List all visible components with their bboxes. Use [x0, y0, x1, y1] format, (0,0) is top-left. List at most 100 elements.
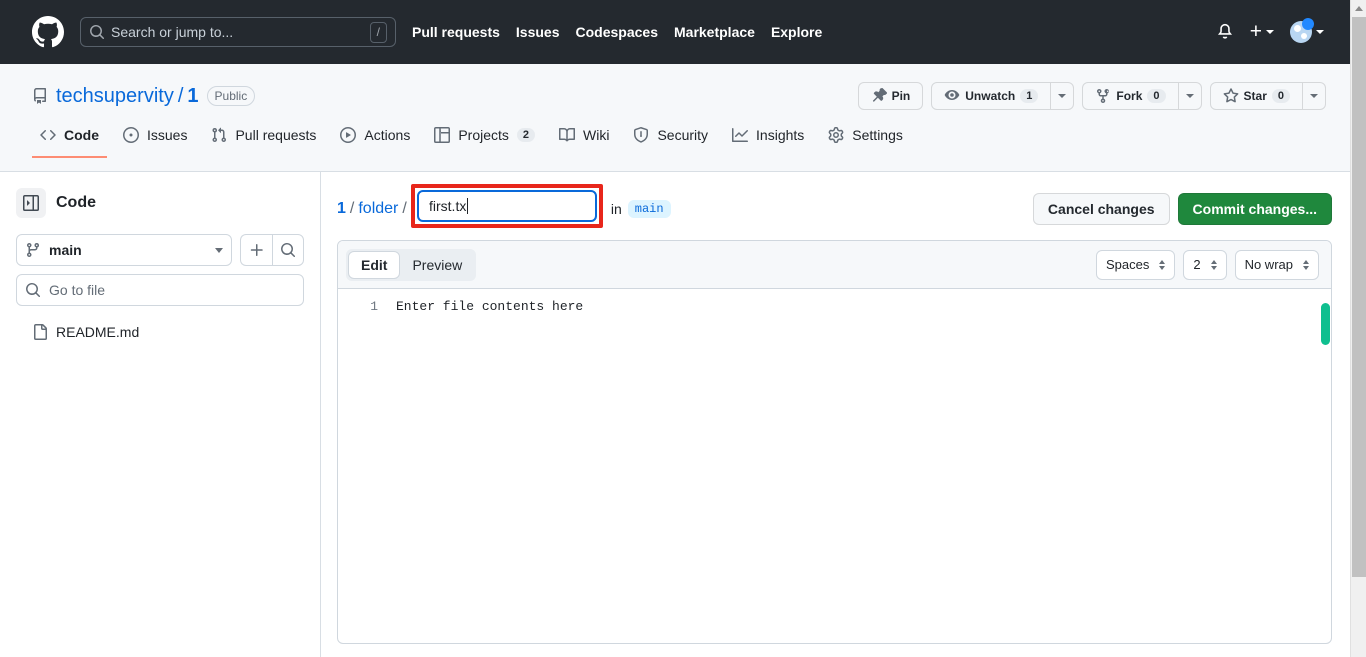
indent-size-select[interactable]: 2: [1183, 249, 1227, 280]
fork-dropdown-button[interactable]: [1177, 82, 1202, 110]
indent-mode-select[interactable]: Spaces: [1095, 249, 1176, 280]
star-button[interactable]: Star 0: [1209, 82, 1302, 110]
editor-content-placeholder: Enter file contents here: [396, 299, 584, 314]
tab-preview[interactable]: Preview: [400, 251, 474, 279]
watch-count: 1: [1020, 89, 1039, 103]
repo-owner-link[interactable]: techsupervity: [56, 85, 174, 108]
notification-dot-icon: [1302, 18, 1314, 30]
tab-projects-label: Projects: [458, 127, 509, 143]
tab-security[interactable]: Security: [625, 114, 716, 158]
repo-visibility-badge: Public: [206, 86, 256, 106]
editor-scrollbar-thumb[interactable]: [1321, 303, 1330, 345]
pin-button[interactable]: Pin: [857, 82, 924, 110]
branch-selector[interactable]: main: [16, 234, 232, 266]
github-mark-icon[interactable]: [32, 16, 64, 48]
file-icon: [32, 324, 48, 340]
editor-settings: Spaces 2 No wrap: [1095, 249, 1323, 280]
repo-icon: [32, 88, 48, 104]
star-button-group: Star 0: [1209, 82, 1326, 110]
tab-edit[interactable]: Edit: [348, 250, 401, 279]
plus-icon: +: [1249, 20, 1262, 43]
repo-separator: /: [177, 84, 184, 107]
editor-content-area[interactable]: 1 Enter file contents here: [338, 289, 1331, 643]
gear-icon: [828, 127, 844, 143]
global-header: Search or jump to... / Pull requests Iss…: [0, 0, 1350, 64]
fork-button[interactable]: Fork 0: [1082, 82, 1178, 110]
tab-settings-label: Settings: [852, 127, 903, 143]
unwatch-label: Unwatch: [965, 89, 1016, 103]
commit-changes-button[interactable]: Commit changes...: [1177, 193, 1332, 225]
breadcrumb-in-label: in: [610, 201, 622, 217]
breadcrumb-branch-chip: main: [627, 200, 671, 218]
tab-pull-requests-label: Pull requests: [235, 127, 317, 143]
indent-size-value: 2: [1193, 257, 1201, 272]
file-editor-main: 1 / folder / in main first.tx Cancel cha…: [321, 172, 1350, 657]
tab-wiki[interactable]: Wiki: [551, 114, 617, 158]
editor-header: 1 / folder / in main first.tx Cancel cha…: [337, 184, 1332, 230]
nav-explore[interactable]: Explore: [771, 24, 822, 40]
chevron-updown-icon: [1159, 259, 1166, 270]
sidebar-header: Code: [16, 188, 304, 218]
edit-preview-tabs: Edit Preview: [346, 248, 477, 281]
nav-issues[interactable]: Issues: [516, 24, 560, 40]
list-item[interactable]: README.md: [24, 318, 304, 346]
search-files-button[interactable]: [272, 234, 304, 266]
create-new-menu[interactable]: +: [1249, 20, 1274, 43]
star-count: 0: [1271, 89, 1290, 103]
tab-settings[interactable]: Settings: [820, 114, 911, 158]
sidebar-collapse-icon[interactable]: [16, 188, 46, 218]
star-dropdown-button[interactable]: [1302, 82, 1326, 110]
sidebar-action-buttons: [240, 234, 304, 266]
nav-codespaces[interactable]: Codespaces: [576, 24, 658, 40]
window-scrollbar[interactable]: [1350, 0, 1366, 657]
chevron-down-icon: [1316, 30, 1324, 34]
book-icon: [559, 127, 576, 143]
pin-icon: [871, 88, 887, 104]
plus-icon: [249, 242, 265, 258]
tab-pull-requests[interactable]: Pull requests: [203, 114, 324, 158]
unwatch-button[interactable]: Unwatch 1: [931, 82, 1051, 110]
filename-input[interactable]: first.tx: [417, 190, 597, 222]
scroll-up-arrow-icon[interactable]: [1351, 0, 1366, 17]
cancel-changes-button[interactable]: Cancel changes: [1032, 193, 1170, 225]
chevron-down-icon: [1266, 30, 1274, 34]
tab-insights[interactable]: Insights: [724, 114, 812, 158]
nav-marketplace[interactable]: Marketplace: [674, 24, 755, 40]
global-nav: Pull requests Issues Codespaces Marketpl…: [412, 24, 822, 40]
tab-code[interactable]: Code: [32, 114, 107, 158]
breadcrumb-repo-link[interactable]: 1: [337, 200, 346, 218]
go-to-file-input[interactable]: Go to file: [16, 274, 304, 306]
breadcrumb-separator: /: [349, 200, 355, 217]
line-number: 1: [370, 299, 378, 314]
go-to-file-placeholder: Go to file: [49, 282, 106, 298]
tab-actions-label: Actions: [364, 127, 411, 143]
github-file-editor-page: Search or jump to... / Pull requests Iss…: [0, 0, 1366, 657]
bell-icon[interactable]: [1216, 23, 1234, 41]
repository-title-row: techsupervity / 1 Public Pin Unwatch 1 F…: [0, 64, 1350, 112]
breadcrumb-folder-link[interactable]: folder: [358, 200, 398, 218]
fork-button-group: Fork 0: [1082, 82, 1202, 110]
file-name: README.md: [56, 324, 140, 340]
add-file-button[interactable]: [240, 234, 272, 266]
nav-pull-requests[interactable]: Pull requests: [412, 24, 500, 40]
graph-icon: [732, 127, 749, 143]
pin-label: Pin: [891, 89, 911, 103]
tab-issues[interactable]: Issues: [115, 114, 195, 158]
shield-icon: [633, 127, 649, 143]
user-menu[interactable]: [1290, 18, 1324, 43]
text-cursor: [467, 198, 469, 214]
search-icon: [89, 24, 105, 40]
search-input[interactable]: Search or jump to... /: [80, 17, 396, 47]
watch-dropdown-button[interactable]: [1050, 82, 1075, 110]
table-icon: [434, 127, 451, 143]
search-shortcut-badge: /: [369, 21, 387, 43]
tab-projects-badge: 2: [516, 128, 536, 142]
tab-actions[interactable]: Actions: [332, 114, 418, 158]
scrollbar-thumb[interactable]: [1352, 17, 1366, 577]
tab-projects[interactable]: Projects 2: [426, 114, 543, 158]
repo-name-link[interactable]: 1: [187, 85, 198, 108]
line-wrap-select[interactable]: No wrap: [1234, 249, 1319, 280]
code-editor: Edit Preview Spaces 2 No wrap 1 Enter fi…: [337, 240, 1332, 644]
filename-highlight-annotation: first.tx: [411, 184, 603, 228]
editor-toolbar: Edit Preview Spaces 2 No wrap: [338, 241, 1331, 289]
